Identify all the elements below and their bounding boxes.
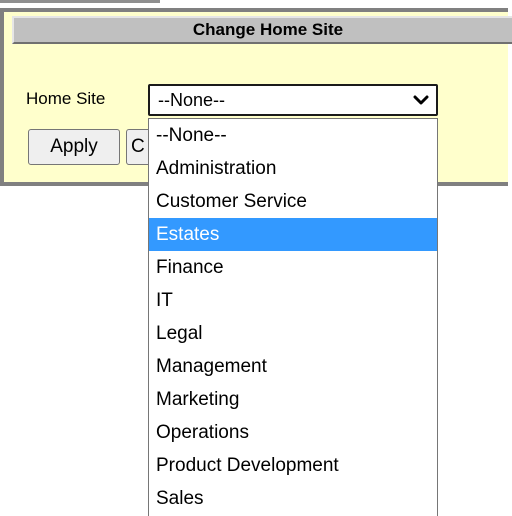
dropdown-option[interactable]: Administration bbox=[149, 152, 437, 185]
top-border-dark bbox=[0, 0, 160, 3]
home-site-label: Home Site bbox=[26, 89, 106, 108]
dropdown-option[interactable]: Marketing bbox=[149, 383, 437, 416]
top-border-strip bbox=[0, 0, 512, 3]
dropdown-option[interactable]: Customer Service bbox=[149, 185, 437, 218]
dropdown-option[interactable]: Sales bbox=[149, 482, 437, 515]
dropdown-option[interactable]: --None-- bbox=[149, 119, 437, 152]
panel-title: Change Home Site bbox=[192, 20, 344, 39]
panel-header: Change Home Site bbox=[12, 16, 512, 44]
home-site-dropdown-list[interactable]: --None-- Administration Customer Service Es… bbox=[148, 118, 438, 516]
dropdown-option[interactable]: Legal bbox=[149, 317, 437, 350]
home-site-selected-value: --None-- bbox=[158, 89, 226, 110]
dropdown-option[interactable]: IT bbox=[149, 284, 437, 317]
dropdown-option[interactable]: Finance bbox=[149, 251, 437, 284]
dropdown-option[interactable]: Operations bbox=[149, 416, 437, 449]
dropdown-option[interactable]: Product Development bbox=[149, 449, 437, 482]
dropdown-option[interactable]: Management bbox=[149, 350, 437, 383]
dropdown-option[interactable]: Estates bbox=[149, 218, 437, 251]
apply-button[interactable]: Apply bbox=[28, 129, 120, 165]
home-site-select[interactable]: --None-- bbox=[148, 84, 438, 116]
chevron-down-icon bbox=[406, 86, 436, 114]
